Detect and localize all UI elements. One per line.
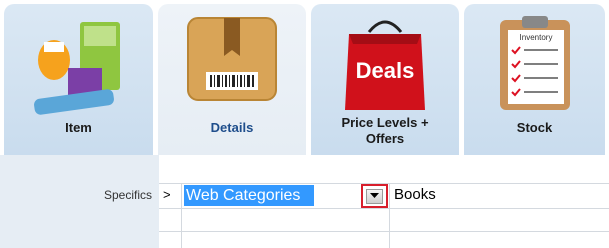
grid-col-divider	[389, 183, 390, 248]
products-icon	[33, 22, 120, 115]
chevron-down-icon	[370, 193, 379, 198]
tab-item-label: Item	[65, 120, 92, 135]
grid-row-divider	[159, 208, 609, 209]
deals-icon-text: Deals	[356, 58, 415, 83]
row-marker: >	[163, 187, 171, 202]
grid-row-divider	[159, 231, 609, 232]
dropdown-button[interactable]	[361, 184, 388, 208]
tab-details[interactable]: Details	[158, 4, 306, 155]
category-value-cell[interactable]: Books	[394, 186, 436, 203]
tab-price-levels-label: Price Levels + Offers	[341, 115, 429, 146]
tab-stock-label: Stock	[516, 120, 553, 135]
tab-item[interactable]: Item	[4, 4, 153, 155]
inventory-clipboard-icon: Inventory	[499, 16, 570, 110]
tab-price-levels[interactable]: Deals Price Levels + Offers	[311, 4, 459, 155]
inventory-icon-text: Inventory	[519, 33, 552, 42]
grid-col-divider	[181, 183, 182, 248]
tab-details-label: Details	[210, 120, 254, 135]
specifics-label: Specifics	[103, 188, 152, 202]
web-categories-field[interactable]: Web Categories	[184, 185, 314, 206]
tab-bar: Item Details Deals Price Levels + Offers…	[0, 0, 609, 155]
deals-bag-icon: Deals	[345, 20, 425, 110]
box-icon	[187, 17, 277, 101]
tab-stock[interactable]: Inventory Stock	[464, 4, 605, 155]
